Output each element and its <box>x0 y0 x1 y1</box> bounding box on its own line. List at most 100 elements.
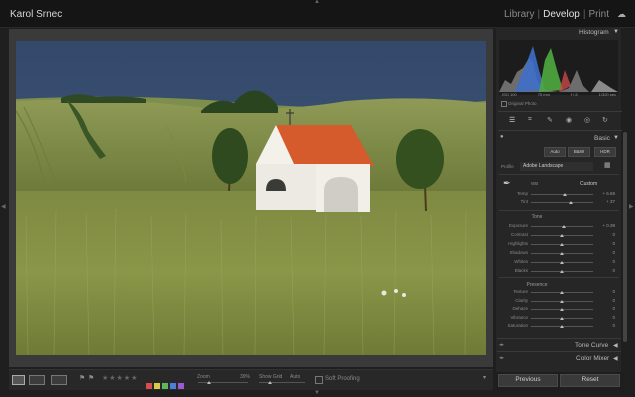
toolbar-menu-icon[interactable]: ▾ <box>483 374 486 381</box>
photo-image <box>16 41 486 355</box>
visibility-eye-icon[interactable]: ● <box>500 134 504 140</box>
top-panel-toggle-icon[interactable]: ▲ <box>314 0 320 5</box>
reject-flag-icon[interactable]: ⚑ <box>88 374 94 382</box>
basic-panel-title[interactable]: Basic <box>594 135 610 142</box>
slider-label: Highlights <box>508 241 528 246</box>
grid-slider[interactable] <box>259 382 305 383</box>
color-label-yellow[interactable] <box>154 383 160 389</box>
slider-track[interactable] <box>531 202 593 203</box>
color-label-green[interactable] <box>162 383 168 389</box>
photo-preview[interactable] <box>16 41 486 355</box>
slider-value[interactable]: 0 <box>595 259 615 264</box>
loupe-view-icon[interactable] <box>12 375 25 385</box>
original-photo-checkbox[interactable] <box>501 101 507 107</box>
slider-knob[interactable] <box>561 225 566 228</box>
color-label-blue[interactable] <box>170 383 176 389</box>
star-rating[interactable]: ★★★★★ <box>102 374 138 382</box>
reset-button[interactable]: Reset <box>560 374 620 387</box>
red-eye-icon[interactable]: ◉ <box>566 116 572 124</box>
flag-icon[interactable]: ⚑ <box>79 374 85 382</box>
module-library[interactable]: Library <box>504 9 535 20</box>
right-panel-toggle-icon[interactable]: ▶ <box>629 203 634 210</box>
slider-value[interactable]: 0 <box>595 289 615 294</box>
hdr-button[interactable]: HDR <box>594 147 616 157</box>
slider-label: Shadows <box>509 250 528 255</box>
wb-select[interactable]: Custom <box>580 181 597 187</box>
grid-slider-knob[interactable] <box>268 381 272 384</box>
wb-eyedropper-icon[interactable]: ✒ <box>503 178 511 189</box>
histogram-display[interactable] <box>499 40 618 95</box>
slider-knob[interactable] <box>560 325 564 328</box>
cloud-sync-icon[interactable]: ☁ <box>617 9 626 20</box>
slider-knob[interactable] <box>560 308 564 311</box>
reset-tool-icon[interactable]: ↻ <box>602 116 608 124</box>
slider-knob[interactable] <box>560 299 564 303</box>
before-after-view-icon[interactable] <box>29 375 45 385</box>
healing-icon[interactable]: ✎ <box>547 116 553 124</box>
slider-row: Blacks 0 <box>499 268 619 277</box>
slider-track[interactable] <box>531 194 593 195</box>
aperture-readout: f / 8 <box>570 92 578 97</box>
slider-row: Saturation 0 <box>499 323 619 332</box>
histogram-title[interactable]: Histogram <box>579 29 609 36</box>
color-label-purple[interactable] <box>178 383 184 389</box>
slider-label: Vibrance <box>510 314 528 320</box>
zoom-slider[interactable] <box>198 382 248 383</box>
tone-curve-expand-icon[interactable]: ◀ <box>613 342 618 349</box>
zoom-slider-knob[interactable] <box>207 381 211 384</box>
crop-icon[interactable]: ⌗ <box>528 116 532 124</box>
slider-knob[interactable] <box>568 201 573 204</box>
identity-plate: Karol Srnec <box>10 9 63 20</box>
zoom-value: 39% <box>240 374 251 380</box>
slider-value[interactable]: + 0.39 <box>595 223 615 228</box>
slider-knob[interactable] <box>560 261 564 264</box>
left-panel-toggle-icon[interactable]: ◀ <box>1 203 6 210</box>
edit-sliders-icon[interactable]: ☰ <box>509 116 515 124</box>
tone-section-label: Tone <box>531 214 543 220</box>
slider-value[interactable]: + 37 <box>595 199 615 204</box>
profile-browser-icon[interactable]: ▦ <box>604 161 611 169</box>
slider-value[interactable]: 0 <box>595 306 615 311</box>
slider-knob[interactable] <box>560 234 564 237</box>
masking-icon[interactable]: ◎ <box>584 116 590 124</box>
slider-knob[interactable] <box>560 316 564 320</box>
bw-button[interactable]: B&W <box>568 147 590 157</box>
filmstrip-toggle-icon[interactable]: ▼ <box>314 390 320 396</box>
divider <box>499 174 619 175</box>
slider-knob[interactable] <box>560 252 564 255</box>
slider-value[interactable]: + 6.69 <box>595 191 615 196</box>
module-picker: Library | Develop | Print <box>503 9 609 20</box>
profile-select[interactable]: Adobe Landscape <box>520 162 593 171</box>
basic-collapse-icon[interactable]: ▼ <box>613 135 619 141</box>
previous-button[interactable]: Previous <box>498 374 558 387</box>
slider-value[interactable]: 0 <box>595 323 615 328</box>
color-mixer-panel-title[interactable]: Color Mixer <box>576 355 609 362</box>
soft-proofing-checkbox[interactable] <box>315 376 323 384</box>
panel-scrollbar[interactable] <box>623 132 627 342</box>
tone-curve-panel-title[interactable]: Tone Curve <box>575 342 608 349</box>
tone-curve-eye-icon[interactable]: ◂▸ <box>499 342 504 348</box>
slider-value[interactable]: 0 <box>595 250 615 255</box>
slider-knob[interactable] <box>560 291 564 294</box>
slider-knob[interactable] <box>560 243 564 246</box>
module-develop[interactable]: Develop <box>543 9 580 20</box>
color-label-red[interactable] <box>146 383 152 389</box>
reference-view-icon[interactable] <box>51 375 67 385</box>
slider-knob[interactable] <box>563 193 568 196</box>
histogram-collapse-icon[interactable]: ▼ <box>613 29 619 35</box>
color-mixer-expand-icon[interactable]: ◀ <box>613 355 618 362</box>
module-print[interactable]: Print <box>588 9 609 20</box>
color-mixer-eye-icon[interactable]: ◂▸ <box>499 355 504 361</box>
slider-value[interactable]: 0 <box>595 298 615 303</box>
slider-value[interactable]: 0 <box>595 315 615 320</box>
slider-value[interactable]: 0 <box>595 268 615 273</box>
slider-knob[interactable] <box>560 270 564 273</box>
slider-value[interactable]: 0 <box>595 241 615 246</box>
slider-label: Dehaze <box>512 306 528 311</box>
slider-value[interactable]: 0 <box>595 232 615 237</box>
slider-row: Shadows 0 <box>499 250 619 259</box>
shutter-readout: 1/320 sec <box>598 92 616 97</box>
slider-row: Tint + 37 <box>499 199 619 207</box>
auto-button[interactable]: Auto <box>544 147 566 157</box>
show-grid-value[interactable]: Auto <box>290 374 300 380</box>
